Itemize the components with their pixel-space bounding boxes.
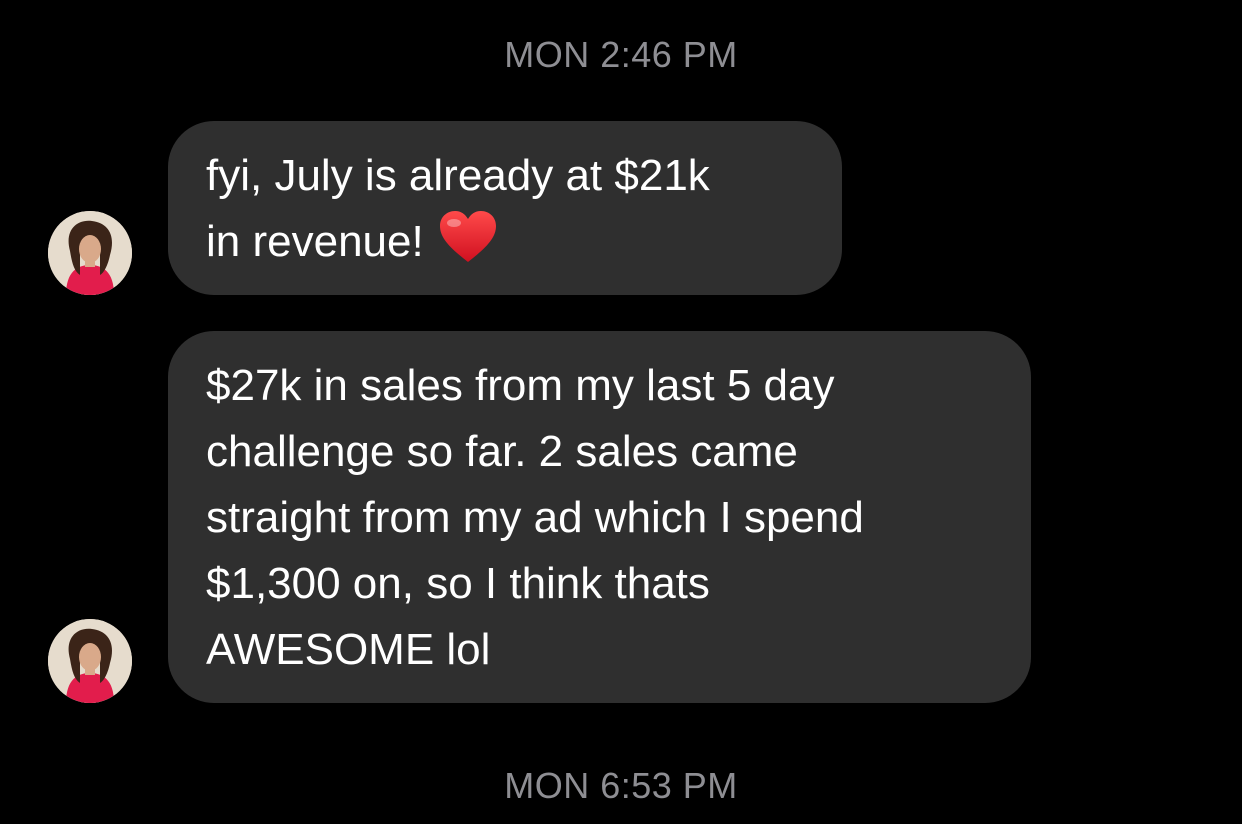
message-text-line-with-emoji: in revenue!: [206, 209, 804, 275]
message-bubble[interactable]: $27k in sales from my last 5 day challen…: [168, 331, 1031, 703]
message-text-line: in revenue!: [206, 217, 424, 266]
red-heart-emoji-icon: [438, 210, 498, 264]
avatar-photo-icon: [48, 211, 132, 295]
message-text-line: fyi, July is already at $21k: [206, 151, 710, 200]
message-text-line: AWESOME lol: [206, 625, 491, 674]
message-text-line: $1,300 on, so I think thats: [206, 559, 710, 608]
message-text-line: straight from my ad which I spend: [206, 493, 864, 542]
message-text-line: $27k in sales from my last 5 day: [206, 361, 835, 410]
message-text-line: challenge so far. 2 sales came: [206, 427, 798, 476]
contact-avatar[interactable]: [48, 211, 132, 295]
message-bubble[interactable]: fyi, July is already at $21k in revenue!: [168, 121, 842, 295]
timestamp: MON 2:46 PM: [504, 34, 738, 75]
contact-avatar[interactable]: [48, 619, 132, 703]
avatar-photo-icon: [48, 619, 132, 703]
timestamp: MON 6:53 PM: [504, 765, 738, 806]
